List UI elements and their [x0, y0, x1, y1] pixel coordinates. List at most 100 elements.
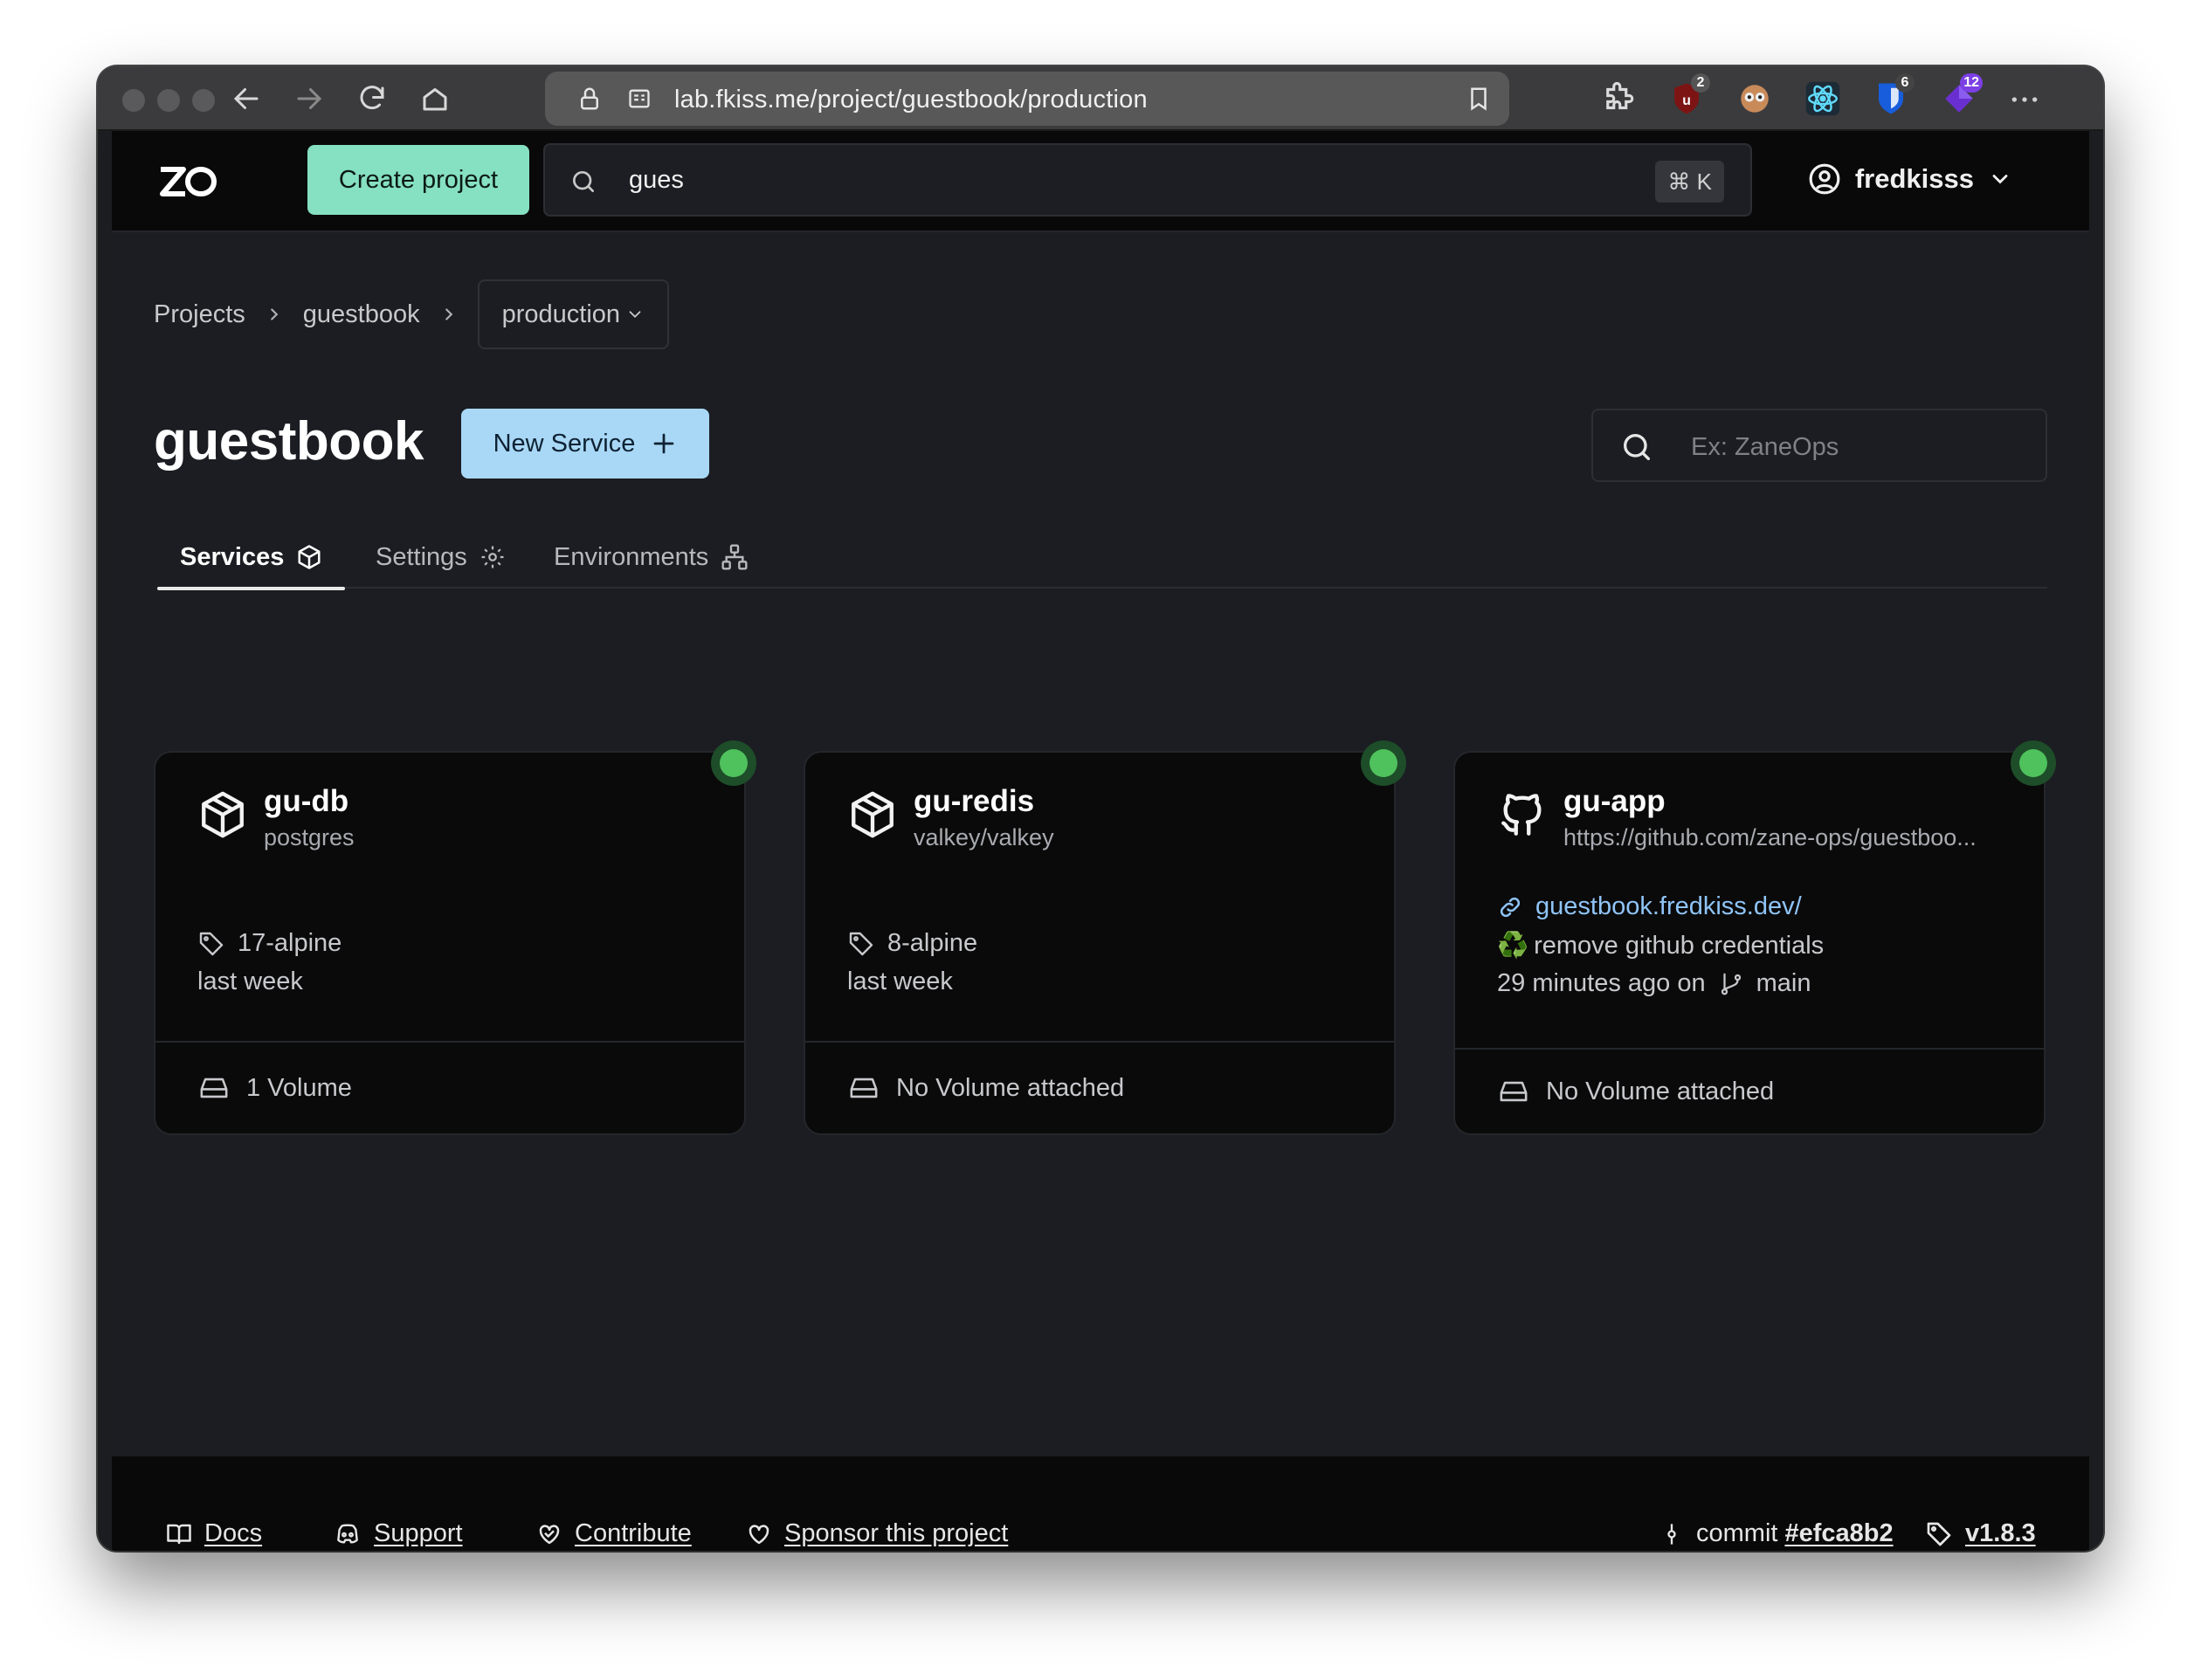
top-navigation: Create project gues ⌘ K fredkisss: [112, 131, 2089, 232]
tag-icon: [849, 932, 873, 955]
service-updated: last week: [847, 967, 953, 995]
branch-name: main: [1756, 969, 1811, 997]
tab-environments[interactable]: Environments: [554, 526, 749, 589]
plus-icon: [654, 433, 674, 454]
service-name[interactable]: gu-db: [264, 784, 348, 819]
volume-info: 1 Volume: [246, 1073, 352, 1102]
service-url-link[interactable]: guestbook.fredkiss.dev/: [1535, 892, 1802, 921]
contribute-link[interactable]: Contribute: [536, 1519, 692, 1548]
home-icon[interactable]: [419, 83, 451, 114]
service-card-footer: No Volume attached: [1455, 1048, 2044, 1133]
box-icon: [197, 789, 248, 840]
tag-icon: [1927, 1522, 1951, 1546]
tab-label: Settings: [376, 542, 467, 571]
puzzle-icon[interactable]: [1600, 80, 1637, 117]
service-name[interactable]: gu-app: [1563, 784, 1666, 819]
tab-settings[interactable]: Settings: [376, 526, 506, 589]
project-tabs: Services Settings Environments: [156, 526, 2047, 590]
ublock-badge: 2: [1691, 73, 1710, 93]
search-shortcut-badge: ⌘ K: [1655, 161, 1724, 203]
breadcrumb: Projects guestbook production: [154, 279, 670, 349]
owl-icon[interactable]: [1736, 80, 1773, 117]
docs-link[interactable]: Docs: [166, 1519, 262, 1548]
git-branch-icon: [1721, 973, 1741, 995]
volume-info: No Volume attached: [1546, 1077, 1775, 1105]
lock-icon[interactable]: [576, 85, 603, 113]
more-menu-icon[interactable]: [2007, 82, 2044, 119]
service-card-gu-db[interactable]: gu-db postgres 17-alpine last week 1 Vol…: [154, 740, 756, 1135]
user-menu[interactable]: fredkisss: [1808, 162, 2012, 196]
chevron-right-icon: [439, 305, 459, 324]
zaneops-logo[interactable]: [157, 166, 218, 197]
service-tag-row: 8-alpine: [847, 929, 977, 958]
git-commit-icon: [1667, 1523, 1676, 1545]
sponsor-link[interactable]: Sponsor this project: [746, 1519, 1008, 1548]
support-label: Support: [374, 1519, 463, 1547]
gem-badge: 12: [1960, 73, 1983, 93]
zoom-window-button[interactable]: [192, 89, 215, 112]
heart-icon: [749, 1524, 769, 1544]
chevron-right-icon: [265, 305, 284, 324]
service-repo: https://github.com/zane-ops/guestboo...: [1563, 824, 1977, 850]
sponsor-label: Sponsor this project: [784, 1519, 1009, 1547]
username: fredkisss: [1854, 163, 1974, 194]
back-arrow-icon[interactable]: [231, 83, 262, 114]
url-text[interactable]: lab.fkiss.me/project/guestbook/productio…: [674, 86, 1148, 114]
search-value[interactable]: gues: [629, 166, 684, 195]
box-icon: [847, 789, 898, 840]
breadcrumb-project[interactable]: guestbook: [303, 300, 420, 329]
service-filter-input[interactable]: Ex: ZaneOps: [1591, 409, 2047, 482]
bitwarden-icon[interactable]: 6: [1873, 73, 1915, 117]
reader-mode-icon[interactable]: [1466, 86, 1492, 112]
chevron-down-icon: [1992, 175, 2008, 184]
tag-icon: [199, 932, 224, 955]
commit-hash-link[interactable]: #efca8b2: [1784, 1519, 1893, 1548]
link-icon: [1500, 897, 1521, 917]
service-updated: last week: [197, 967, 303, 995]
version-link[interactable]: v1.8.3: [1965, 1519, 2036, 1548]
page-footer: Docs Support Contribute Sponsor this pro…: [112, 1456, 2089, 1551]
close-window-button[interactable]: [122, 89, 145, 112]
service-updated: 29 minutes ago on: [1497, 969, 1706, 997]
service-name[interactable]: gu-redis: [914, 784, 1034, 819]
global-search-input[interactable]: gues ⌘ K: [543, 143, 1752, 217]
tab-label: Environments: [554, 542, 709, 571]
search-icon: [1619, 430, 1654, 465]
status-indicator: [711, 740, 756, 786]
service-image: valkey/valkey: [914, 824, 1054, 850]
environment-value: production: [501, 300, 621, 328]
forward-arrow-icon[interactable]: [293, 83, 325, 114]
service-tag: 17-alpine: [238, 929, 342, 957]
minimize-window-button[interactable]: [157, 89, 180, 112]
handshake-heart-icon: [539, 1524, 560, 1544]
book-icon: [167, 1524, 191, 1544]
commit-prefix: commit: [1696, 1519, 1778, 1547]
react-icon[interactable]: [1804, 80, 1841, 117]
reload-icon[interactable]: [356, 83, 388, 114]
service-card-gu-app[interactable]: gu-app https://github.com/zane-ops/guest…: [1453, 740, 2056, 1135]
commit-info: commit #efca8b2: [1659, 1519, 1894, 1548]
version-info: v1.8.3: [1925, 1519, 2036, 1548]
support-link[interactable]: Support: [334, 1519, 463, 1548]
github-icon: [1497, 789, 1548, 840]
environment-select[interactable]: production: [477, 279, 670, 349]
gear-icon: [481, 546, 504, 568]
contribute-label: Contribute: [575, 1519, 692, 1547]
page-info-icon[interactable]: [627, 86, 652, 111]
breadcrumb-projects[interactable]: Projects: [154, 300, 245, 329]
hard-drive-icon: [200, 1078, 228, 1098]
address-bar[interactable]: lab.fkiss.me/project/guestbook/productio…: [545, 72, 1509, 126]
service-card-gu-redis[interactable]: gu-redis valkey/valkey 8-alpine last wee…: [804, 740, 1406, 1135]
new-service-button[interactable]: New Service: [461, 409, 709, 479]
gem-icon[interactable]: 12: [1941, 73, 1983, 117]
ublock-icon[interactable]: u 2: [1668, 73, 1710, 117]
app-root: Create project gues ⌘ K fredkisss Projec…: [112, 131, 2089, 1551]
discord-icon: [337, 1523, 358, 1544]
volume-info: No Volume attached: [896, 1073, 1125, 1102]
filter-placeholder: Ex: ZaneOps: [1691, 433, 1839, 461]
hard-drive-icon: [850, 1078, 878, 1098]
create-project-button[interactable]: Create project: [307, 145, 529, 215]
service-tag-row: 17-alpine: [197, 929, 342, 958]
tab-services[interactable]: Services: [156, 526, 346, 590]
window-controls: [122, 89, 215, 112]
